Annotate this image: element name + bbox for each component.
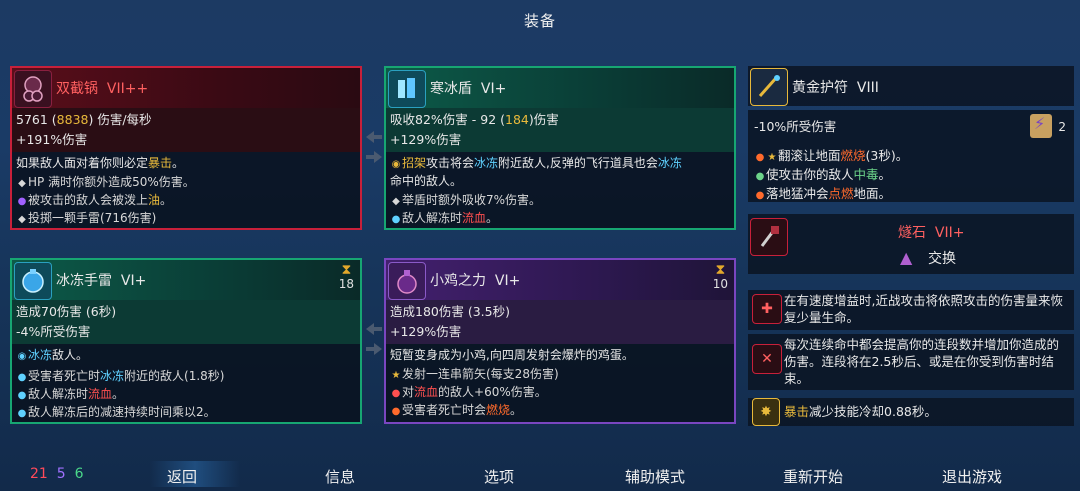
mutation-3: ✸ 暴击减少技能冷却0.88秒。 [748,398,1074,426]
card-stats: 造成180伤害 (3.5秒) +129%伤害 [386,300,734,344]
card-name: 寒冰盾 VI+ [430,81,507,97]
freeze-icon: ● [17,408,27,419]
ice-shield-icon [388,70,426,108]
restart-button[interactable]: 重新开始 [783,466,843,487]
hourglass-icon: ⧗ [715,262,726,278]
assist-mode-button[interactable]: 辅助模式 [625,466,685,487]
back-button[interactable]: 返回 [167,466,197,487]
poison-icon: ● [755,171,765,182]
parry-icon: ◉ [391,159,401,170]
card-name: 小鸡之力 VI+ [430,273,521,289]
hourglass-icon: ⧗ [341,262,352,278]
swap-arrow-icon [366,343,382,355]
swap-arrow-icon [366,131,382,143]
bullet-icon: ◆ [18,178,26,189]
chicken-potion-icon [388,262,426,300]
survival-count: 6 [74,466,84,482]
card-stats: 吸收82%伤害 - 92 (184)伤害 +129%伤害 [386,108,734,152]
bleed-icon: ● [391,388,401,399]
freeze-icon: ● [17,390,27,401]
rune-name: 燧石 VII+ [898,225,965,241]
card-name: 双截锅 VII++ [56,81,149,97]
card-header: 寒冰盾 VI+ [386,68,734,108]
mutation-2: ✕ 每次连续命中都会提高你的连段数并增加你造成的伤害。连段将在2.5秒后、或是在… [748,334,1074,390]
star-icon: ★ [767,152,777,163]
rune-panel[interactable]: 燧石 VII+ ▲ 交换 [748,214,1074,274]
card-stats: 5761 (8838) 伤害/每秒 +191%伤害 [12,108,360,152]
card-header: 冰冻手雷 VI+ ⧗ 18 [12,260,360,300]
mutation-heal-icon: ✚ [752,294,782,324]
options-button[interactable]: 选项 [484,466,514,487]
amulet-details: -10%所受伤害 ⚡ 2 ● ★ 翻滚让地面燃烧(3秒)。 ● 使攻击你的敌人中毒。 … [748,110,1074,202]
weapon-card-1[interactable]: 双截锅 VII++ 5761 (8838) 伤害/每秒 +191%伤害 如果敌人… [10,66,362,230]
pan-weapon-icon [14,70,52,108]
fire-icon: ● [755,152,765,163]
skill-card-1[interactable]: 冰冻手雷 VI+ ⧗ 18 造成70伤害 (6秒) -4%所受伤害 ◉ 冰冻敌人。 … [10,258,362,424]
card-description: ◉ 招架攻击将会冰冻附近敌人,反弹的飞行道具也会冰冻 命中的敌人。 ◆ 举盾时额外吸收… [386,152,734,231]
rune-icon [750,218,788,256]
freeze-icon: ◉ [17,351,27,362]
weapon-card-2[interactable]: 寒冰盾 VI+ 吸收82%伤害 - 92 (184)伤害 +129%伤害 ◉ 招架… [384,66,736,230]
card-header: 小鸡之力 VI+ ⧗ 10 [386,260,734,300]
scroll-icon: ⚡ [1030,114,1052,138]
card-description: 短暂变身成为小鸡,向四周发射会爆炸的鸡蛋。 ★ 发射一连串箭矢(每支28伤害) ●… [386,344,734,423]
cooldown-timer: ⧗ 18 [338,262,354,291]
quit-button[interactable]: 退出游戏 [942,466,1002,487]
card-description: 如果敌人面对着你则必定暴击。 ◆ HP 满时你额外造成50%伤害。 ● 被攻击的敌人… [12,152,360,231]
skill-card-2[interactable]: 小鸡之力 VI+ ⧗ 10 造成180伤害 (3.5秒) +129%伤害 短暂变身… [384,258,736,424]
fire-icon: ● [391,406,401,417]
fire-icon: ● [755,190,765,201]
mutation-crit-icon: ✸ [752,398,780,426]
swap-arrow-icon [366,323,382,335]
mutation-combo-icon: ✕ [752,344,782,374]
bullet-icon: ◆ [392,196,400,207]
freeze-icon: ● [391,214,401,225]
cooldown-timer: ⧗ 10 [712,262,728,291]
amulet-name: 黄金护符 VIII [792,80,879,96]
info-button[interactable]: 信息 [325,466,355,487]
card-description: ◉ 冰冻敌人。 ● 受害者死亡时冰冻附近的敌人(1.8秒) ● 敌人解冻时流血。 ● 敌… [12,344,360,425]
scroll-count: 2 [1058,120,1066,134]
bullet-icon: ◆ [18,214,26,225]
card-stats: 造成70伤害 (6秒) -4%所受伤害 [12,300,360,344]
tactics-count: 5 [56,466,66,482]
swap-icon: ▲ [900,248,913,267]
page-title: 装备 [523,12,556,30]
ice-grenade-icon [14,262,52,300]
scroll-counts: 21 5 6 [30,466,83,482]
mutation-1: ✚ 在有速度增益时,近战攻击将依照攻击的伤害量来恢复少量生命。 [748,290,1074,330]
card-name: 冰冻手雷 VI+ [56,273,147,289]
swap-button[interactable]: 交换 [928,248,956,268]
swap-arrow-icon [366,151,382,163]
brutality-count: 21 [30,466,48,482]
card-header: 双截锅 VII++ [12,68,360,108]
amulet-icon [750,68,788,106]
amulet-panel[interactable]: 黄金护符 VIII [748,66,1074,106]
oil-icon: ● [17,196,27,207]
bottom-menu: 21 5 6 返回 信息 选项 辅助模式 重新开始 退出游戏 [0,453,1080,491]
star-icon: ★ [391,370,401,381]
freeze-icon: ● [17,372,27,383]
